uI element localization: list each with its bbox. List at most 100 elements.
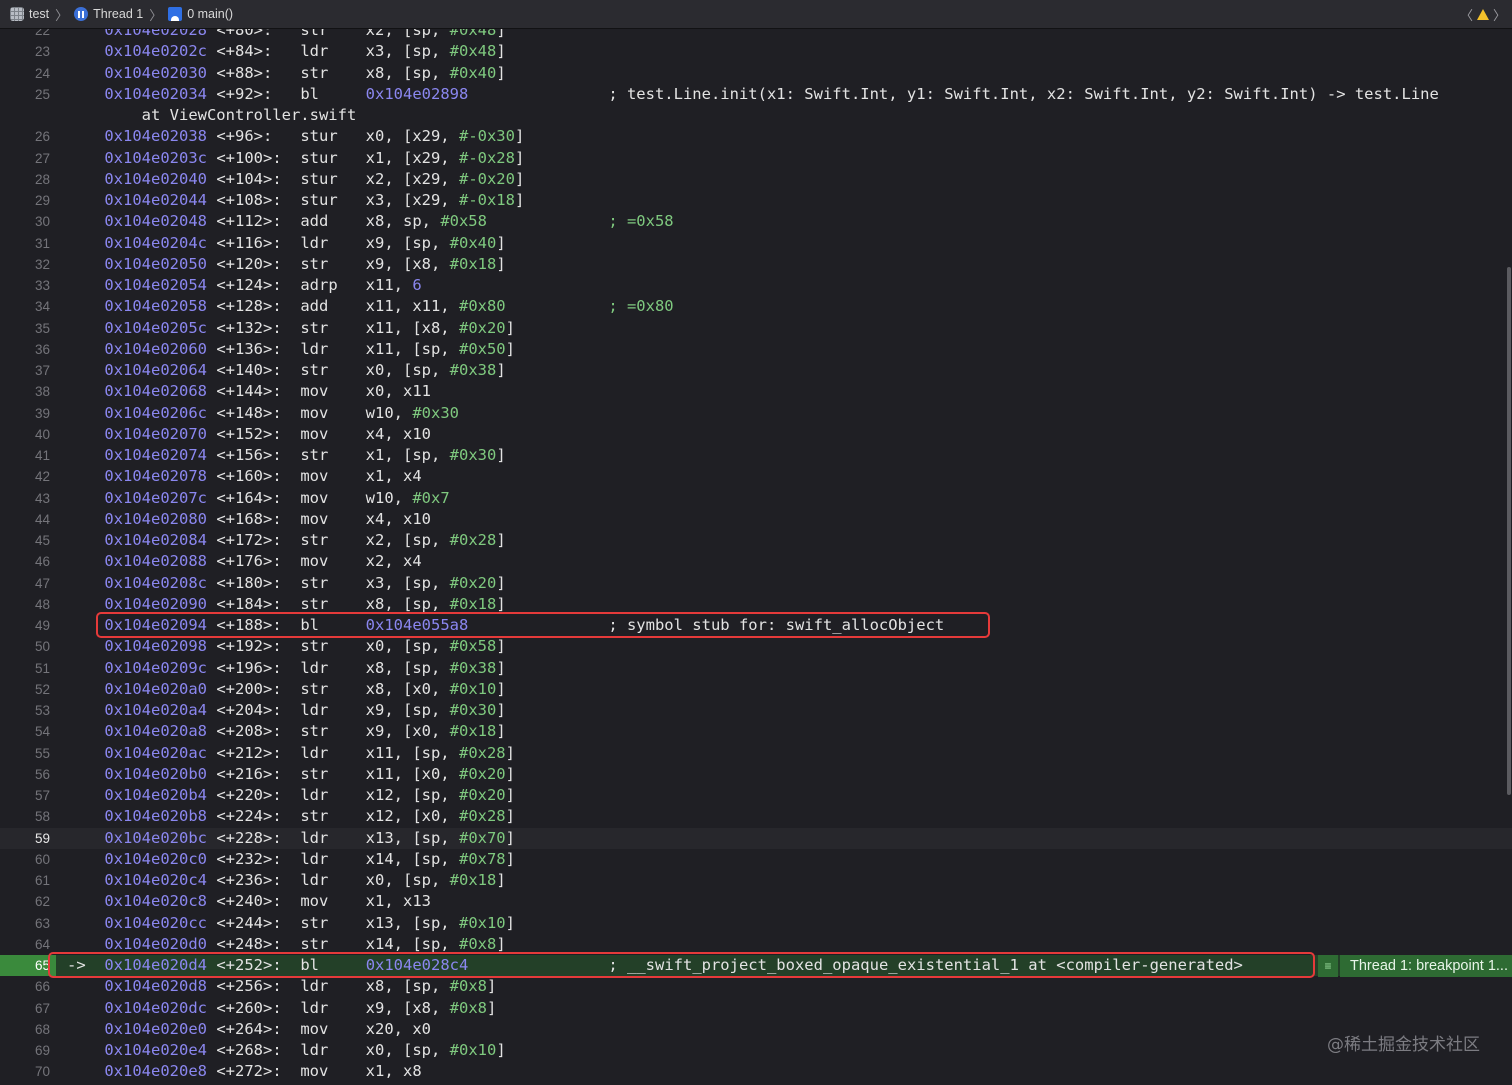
mnemonic: mov [300,382,329,401]
instruction-address: 0x104e02060 [104,339,207,358]
chevron-right-icon[interactable]: 〉 [1493,5,1506,24]
breakpoint-menu-icon: ≡ [1318,955,1338,977]
instruction-address: 0x104e0207c [104,488,207,507]
operand: ] [486,998,497,1017]
disassembly-row[interactable]: 68 0x104e020e0 <+264>: mov x20, x0 [0,1019,1512,1040]
disassembly-row[interactable]: 51 0x104e0209c <+196>: ldr x8, [sp, #0x3… [0,658,1512,679]
disassembly-row[interactable]: 49 0x104e02094 <+188>: bl 0x104e055a8 ; … [0,615,1512,636]
instruction-offset: <+232>: [216,849,282,868]
disassembly-row[interactable]: 52 0x104e020a0 <+200>: str x8, [x0, #0x1… [0,679,1512,700]
disassembly-row[interactable]: 44 0x104e02080 <+168>: mov x4, x10 [0,509,1512,530]
line-number: 30 [34,214,50,230]
instruction-address: 0x104e020b4 [104,786,207,804]
disassembly-row[interactable]: 62 0x104e020c8 <+240>: mov x1, x13 [0,891,1512,912]
disassembly-row[interactable]: 27 0x104e0203c <+100>: stur x1, [x29, #-… [0,148,1512,169]
disassembly-row[interactable]: 39 0x104e0206c <+148>: mov w10, #0x30 [0,403,1512,424]
comment: ; symbol stub for: swift_allocObject [608,616,945,634]
instruction: 0x104e02034 <+92>: bl 0x104e02898 ; test… [67,84,1439,105]
instruction-offset: <+208>: [216,722,282,741]
immediate: #0x40 [449,63,497,82]
disassembly-row[interactable]: 22 0x104e02028 <+80>: str x2, [sp, #0x48… [0,29,1512,41]
disassembly-row[interactable]: 42 0x104e02078 <+160>: mov x1, x4 [0,466,1512,487]
disassembly-row[interactable]: 55 0x104e020ac <+212>: ldr x11, [sp, #0x… [0,743,1512,764]
line-number: 70 [34,1064,50,1080]
disassembly-row[interactable]: 37 0x104e02064 <+140>: str x0, [sp, #0x3… [0,360,1512,381]
operand: ] [496,871,506,889]
instruction-offset: <+192>: [216,637,282,656]
warning-icon[interactable] [1476,8,1489,20]
disassembly-row[interactable]: 46 0x104e02088 <+176>: mov x2, x4 [0,551,1512,572]
mnemonic: mov [300,467,329,486]
disassembly-row[interactable]: 64 0x104e020d0 <+248>: str x14, [sp, #0x… [0,934,1512,955]
instruction: 0x104e02098 <+192>: str x0, [sp, #0x58] [67,636,505,657]
disassembly-row[interactable]: 56 0x104e020b0 <+216>: str x11, [x0, #0x… [0,764,1512,785]
disassembly-row[interactable]: 63 0x104e020cc <+244>: str x13, [sp, #0x… [0,913,1512,934]
disassembly-row[interactable]: 41 0x104e02074 <+156>: str x1, [sp, #0x3… [0,445,1512,466]
disassembly-row[interactable]: 58 0x104e020b8 <+224>: str x12, [x0, #0x… [0,806,1512,827]
operand: x8, [x0, [365,679,450,698]
operand: x13, [sp, [365,828,459,847]
operand: x11, [sp, [365,743,459,762]
disassembly-row[interactable]: 36 0x104e02060 <+136>: ldr x11, [sp, #0x… [0,339,1512,360]
immediate: #0x30 [412,403,459,422]
disassembly-row[interactable]: 38 0x104e02068 <+144>: mov x0, x11 [0,381,1512,402]
disassembly-row[interactable]: 66 0x104e020d8 <+256>: ldr x8, [sp, #0x8… [0,976,1512,997]
disassembly-row[interactable]: 32 0x104e02050 <+120>: str x9, [x8, #0x1… [0,254,1512,275]
disassembly-row[interactable]: 33 0x104e02054 <+124>: adrp x11, 6 [0,275,1512,296]
disassembly-row[interactable]: 67 0x104e020dc <+260>: ldr x9, [x8, #0x8… [0,998,1512,1019]
instruction-address: 0x104e020a4 [104,701,207,719]
disassembly-row[interactable]: 53 0x104e020a4 <+204>: ldr x9, [sp, #0x3… [0,700,1512,721]
instruction-address: 0x104e020a8 [104,722,207,741]
operand: ] [514,191,525,209]
disassembly-row[interactable]: 34 0x104e02058 <+128>: add x11, x11, #0x… [0,296,1512,317]
disassembly-row[interactable]: 50 0x104e02098 <+192>: str x0, [sp, #0x5… [0,636,1512,657]
instruction-address: 0x104e020c8 [104,892,207,911]
line-number: 57 [34,788,50,803]
instruction: 0x104e020e0 <+264>: mov x20, x0 [67,1019,431,1040]
instruction: 0x104e02078 <+160>: mov x1, x4 [67,466,421,487]
disassembly-row[interactable]: 70 0x104e020e8 <+272>: mov x1, x8 [0,1061,1512,1082]
disassembly-row[interactable]: 61 0x104e020c4 <+236>: ldr x0, [sp, #0x1… [0,870,1512,891]
disassembly-row[interactable]: 40 0x104e02070 <+152>: mov x4, x10 [0,424,1512,445]
mnemonic: mov [300,424,329,443]
disassembly-row[interactable]: 31 0x104e0204c <+116>: ldr x9, [sp, #0x4… [0,233,1512,254]
mnemonic: stur [300,191,338,209]
mnemonic: ldr [300,743,329,762]
vertical-scrollbar[interactable] [1507,267,1511,795]
operand: x0, x11 [365,382,431,401]
disassembly-row[interactable]: 28 0x104e02040 <+104>: stur x2, [x29, #-… [0,169,1512,190]
instruction-address: 0x104e02098 [104,637,207,656]
instruction-address: 0x104e020ac [104,743,207,762]
operand: x11, [365,276,413,294]
jump-bar-item-target[interactable]: test [10,7,49,21]
disassembly-row[interactable]: 25 0x104e02034 <+92>: bl 0x104e02898 ; t… [0,84,1512,105]
disassembly-row[interactable]: 54 0x104e020a8 <+208>: str x9, [x0, #0x1… [0,721,1512,742]
disassembly-row[interactable]: 23 0x104e0202c <+84>: ldr x3, [sp, #0x48… [0,41,1512,62]
disassembly-row[interactable]: 26 0x104e02038 <+96>: stur x0, [x29, #-0… [0,126,1512,147]
disassembly-row[interactable]: 29 0x104e02044 <+108>: stur x3, [x29, #-… [0,190,1512,211]
disassembly-row[interactable]: 59 0x104e020bc <+228>: ldr x13, [sp, #0x… [0,827,1512,849]
disassembly-row[interactable]: 48 0x104e02090 <+184>: str x8, [sp, #0x1… [0,594,1512,615]
instruction-address: 0x104e02084 [104,531,207,549]
jump-bar-item-frame[interactable]: 0 main() [168,7,233,21]
disassembly-row[interactable]: 24 0x104e02030 <+88>: str x8, [sp, #0x40… [0,63,1512,84]
disassembly-row[interactable]: at ViewController.swift [0,105,1512,126]
disassembly-row[interactable]: 47 0x104e0208c <+180>: str x3, [sp, #0x2… [0,573,1512,594]
mnemonic: stur [300,148,338,167]
chevron-left-icon[interactable]: 〈 [1460,5,1473,24]
instruction-offset: <+200>: [216,679,282,698]
breakpoint-annotation[interactable]: ≡ Thread 1: breakpoint 1... [1318,955,1512,977]
line-number: 63 [34,915,50,931]
disassembly-row[interactable]: 69 0x104e020e4 <+268>: ldr x0, [sp, #0x1… [0,1040,1512,1061]
disassembly-row[interactable]: 65 -> 0x104e020d4 <+252>: bl 0x104e028c4 … [0,955,1512,977]
instruction-offset: <+100>: [216,148,282,167]
disassembly-row[interactable]: 45 0x104e02084 <+172>: str x2, [sp, #0x2… [0,530,1512,551]
disassembly-editor[interactable]: 22 0x104e02028 <+80>: str x2, [sp, #0x48… [0,29,1512,1085]
disassembly-row[interactable]: 57 0x104e020b4 <+220>: ldr x12, [sp, #0x… [0,785,1512,806]
disassembly-row[interactable]: 60 0x104e020c0 <+232>: ldr x14, [sp, #0x… [0,849,1512,870]
instruction-offset: <+256>: [216,977,282,996]
jump-bar-item-thread[interactable]: Thread 1 [74,7,143,21]
disassembly-row[interactable]: 43 0x104e0207c <+164>: mov w10, #0x7 [0,488,1512,509]
disassembly-row[interactable]: 30 0x104e02048 <+112>: add x8, sp, #0x58… [0,211,1512,232]
disassembly-row[interactable]: 35 0x104e0205c <+132>: str x11, [x8, #0x… [0,318,1512,339]
